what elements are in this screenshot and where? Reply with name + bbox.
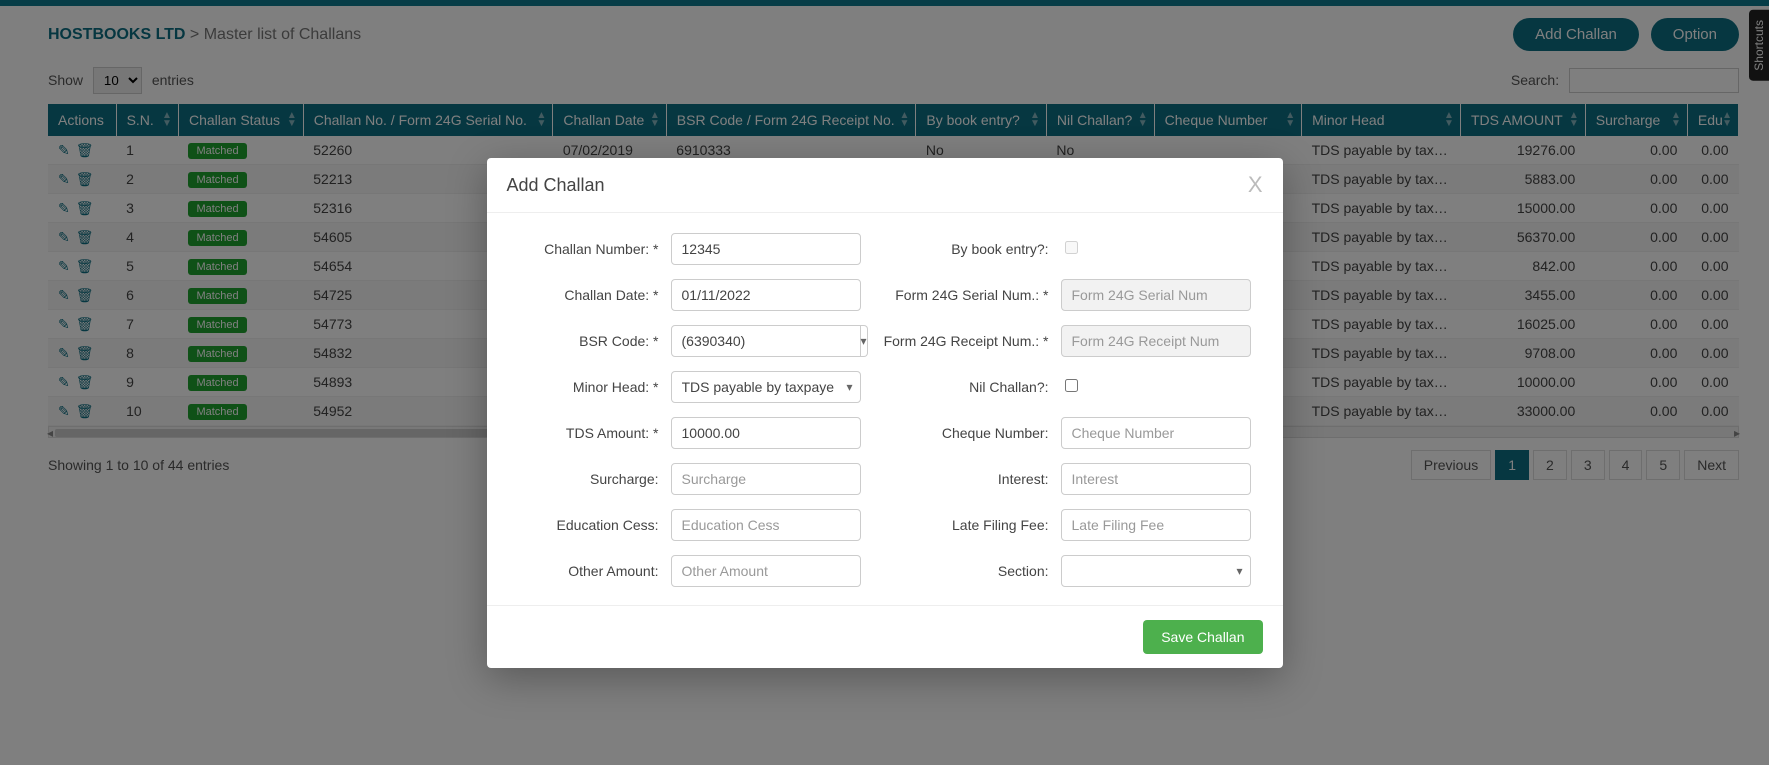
interest-input[interactable] (1061, 463, 1251, 495)
section-select[interactable] (1061, 555, 1251, 587)
modal-overlay[interactable]: Add Challan X Challan Number: * By book … (0, 0, 1769, 765)
surcharge-input[interactable] (671, 463, 861, 495)
nil-challan-checkbox[interactable] (1065, 379, 1078, 392)
label-other-amount: Other Amount: (511, 563, 671, 579)
challan-number-input[interactable] (671, 233, 861, 265)
label-cheque-number: Cheque Number: (861, 425, 1061, 441)
label-challan-date: Challan Date: * (511, 287, 671, 303)
label-bsr-code: BSR Code: * (511, 333, 671, 349)
save-challan-button[interactable]: Save Challan (1143, 620, 1262, 654)
bsr-code-input[interactable] (671, 325, 861, 357)
other-amount-input[interactable] (671, 555, 861, 587)
cheque-number-input[interactable] (1061, 417, 1251, 449)
label-by-book-entry: By book entry?: (861, 241, 1061, 257)
label-late-filing-fee: Late Filing Fee: (861, 517, 1061, 533)
challan-date-input[interactable] (671, 279, 861, 311)
label-form24g-receipt: Form 24G Receipt Num.: * (861, 333, 1061, 349)
minor-head-select[interactable]: TDS payable by taxpayer (671, 371, 861, 403)
label-minor-head: Minor Head: * (511, 379, 671, 395)
label-surcharge: Surcharge: (511, 471, 671, 487)
label-section: Section: (861, 563, 1061, 579)
close-icon[interactable]: X (1248, 172, 1263, 198)
label-interest: Interest: (861, 471, 1061, 487)
label-challan-number: Challan Number: * (511, 241, 671, 257)
tds-amount-input[interactable] (671, 417, 861, 449)
late-filing-fee-input[interactable] (1061, 509, 1251, 541)
label-education-cess: Education Cess: (511, 517, 671, 533)
by-book-entry-checkbox (1065, 241, 1078, 254)
form24g-serial-input (1061, 279, 1251, 311)
form24g-receipt-input (1061, 325, 1251, 357)
modal-title: Add Challan (507, 175, 605, 196)
label-nil-challan: Nil Challan?: (861, 379, 1061, 395)
label-form24g-serial: Form 24G Serial Num.: * (861, 287, 1061, 303)
label-tds-amount: TDS Amount: * (511, 425, 671, 441)
education-cess-input[interactable] (671, 509, 861, 541)
add-challan-modal: Add Challan X Challan Number: * By book … (487, 158, 1283, 668)
